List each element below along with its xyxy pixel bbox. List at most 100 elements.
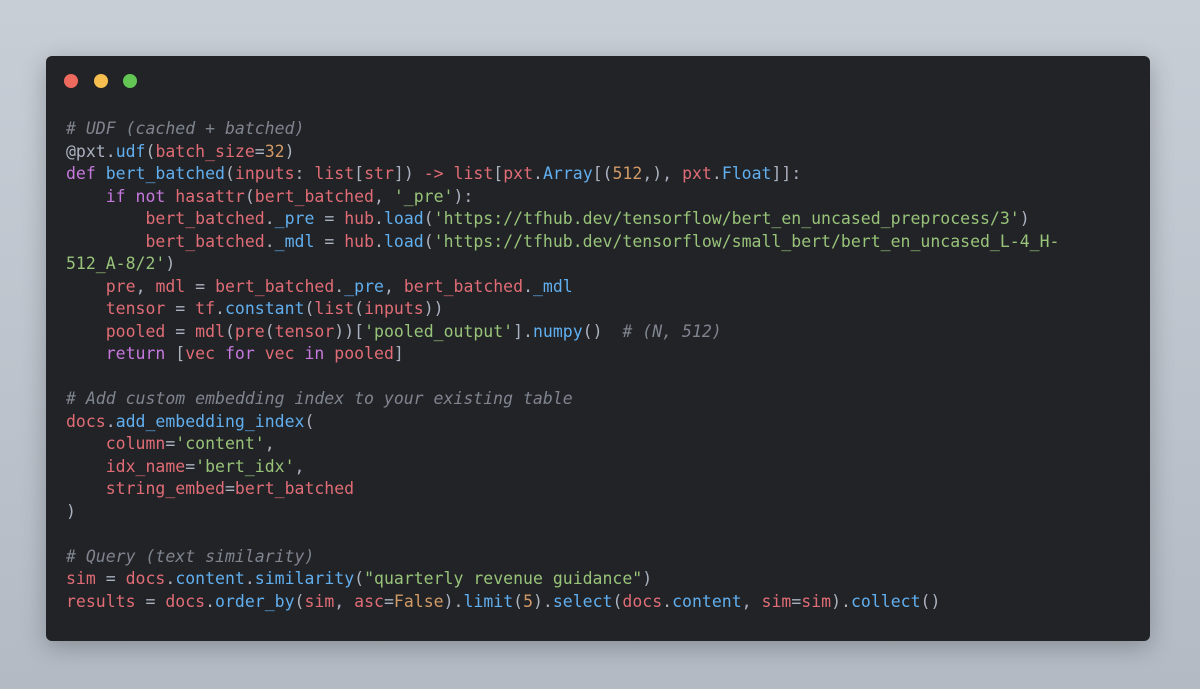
code-token: select (552, 591, 613, 611)
code-token: Float (721, 164, 772, 183)
code-token: . (533, 164, 543, 183)
code-token: ]]: (771, 164, 802, 183)
code-token: , (294, 456, 305, 476)
code-token: ( (224, 164, 235, 183)
code-token: () (582, 321, 623, 341)
code-token: ( (244, 186, 255, 206)
code-token: pooled (334, 344, 394, 363)
code-token: bert_batched (254, 186, 374, 206)
code-token: hub (344, 209, 375, 228)
code-line: # Query (text similarity) (66, 546, 1136, 569)
code-token: load (383, 209, 424, 228)
code-token: list (314, 164, 355, 183)
code-token: : (294, 164, 315, 183)
code-token: 512 (612, 164, 643, 183)
code-token: bert_batched (145, 231, 265, 251)
code-token: return (105, 344, 176, 363)
code-token: if not (105, 186, 176, 206)
code-token: load (383, 231, 424, 251)
code-token: tensor (105, 299, 166, 318)
code-token: ) (1019, 209, 1030, 228)
code-token: ): (453, 186, 474, 206)
code-token: ( (294, 591, 305, 611)
code-token: batch_size (155, 141, 255, 161)
code-window: # UDF (cached + batched) @pxt.udf(batch_s… (46, 56, 1150, 641)
code-token: , (741, 591, 762, 611)
code-token: tensor (274, 321, 335, 341)
close-button[interactable] (64, 74, 78, 88)
code-token: sim (66, 569, 96, 588)
code-token: . (264, 231, 275, 251)
code-line: docs.add_embedding_index( (66, 411, 1136, 434)
code-line: bert_batched._mdl = hub.load('https://tf… (66, 231, 1136, 254)
code-line: @pxt.udf(batch_size=32) (66, 141, 1136, 164)
code-token: ( (513, 591, 524, 611)
code-token: = (254, 141, 265, 161)
code-token: bert_batched (145, 209, 265, 228)
code-token: idx_name (105, 456, 186, 476)
code-token: tf (195, 299, 216, 318)
code-token: _mdl (274, 231, 315, 251)
code-token: ]. (513, 321, 533, 341)
code-token: bert_batched (403, 276, 524, 296)
code-token: = (165, 434, 176, 453)
code-token: "quarterly revenue guidance" (364, 569, 643, 588)
code-line: pre, mdl = bert_batched._pre, bert_batch… (66, 276, 1136, 299)
minimize-button[interactable] (93, 74, 108, 88)
code-token: sim (304, 591, 335, 611)
code-token: order_by (215, 591, 295, 611)
code-token: constant (224, 299, 305, 318)
code-token: pre (234, 321, 265, 341)
code-line: def bert_batched(inputs: list[str]) -> l… (66, 163, 1136, 186)
code-token: collect (850, 591, 921, 611)
code-line: results = docs.order_by(sim, asc=False).… (66, 591, 1136, 614)
code-token: . (264, 209, 275, 228)
code-token: ). (831, 591, 851, 611)
code-token: = (314, 231, 345, 251)
code-token: . (523, 276, 533, 296)
code-token: = (224, 479, 235, 498)
code-token: = (185, 276, 216, 296)
code-token: 'https://tfhub.dev/tensorflow/small_bert… (433, 231, 1060, 251)
code-token: '_pre' (393, 186, 454, 206)
code-line: ) (66, 501, 1136, 524)
code-token: mdl (195, 321, 225, 341)
code-token: -> (423, 164, 444, 183)
code-token: Array (542, 164, 593, 183)
code-token: results (66, 591, 136, 611)
code-token: () (920, 591, 941, 611)
code-token: column (105, 434, 166, 453)
code-token: vec (185, 344, 216, 363)
code-token: asc (354, 591, 384, 611)
code-token: # Add custom embedding index to your exi… (66, 389, 573, 408)
code-token: # (N, 512) (622, 321, 722, 341)
code-token: 512_A-8/2' (66, 254, 166, 273)
code-token: ( (423, 231, 434, 251)
code-token: str (364, 164, 394, 183)
code-token: . (215, 299, 225, 318)
code-token: pooled (105, 321, 166, 341)
code-token: . (662, 591, 673, 611)
code-token: bert_batched (215, 276, 335, 296)
code-token: _mdl (533, 276, 573, 296)
code-token: , (135, 276, 156, 296)
code-token: udf (115, 141, 146, 161)
code-token: ( (354, 299, 365, 318)
code-token: _pre (344, 276, 384, 296)
code-token: )) (423, 299, 444, 318)
code-token: ( (423, 209, 434, 228)
code-line: return [vec for vec in pooled] (66, 343, 1136, 366)
code-token: hasattr (175, 186, 245, 206)
code-token: = (165, 299, 196, 318)
code-token: ] (393, 344, 404, 363)
maximize-button[interactable] (123, 74, 138, 88)
code-token: for (215, 344, 265, 363)
